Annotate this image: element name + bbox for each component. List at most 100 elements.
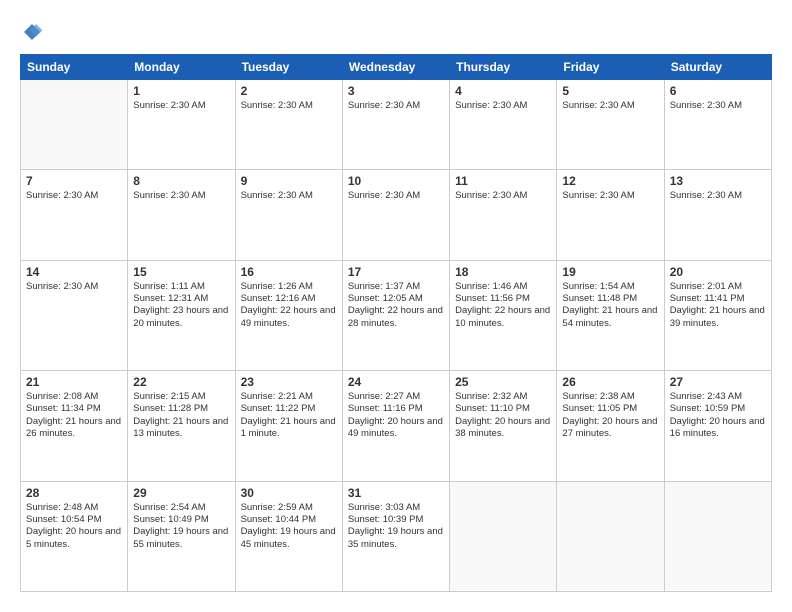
day-number: 15 [133,265,229,279]
day-cell: 10Sunrise: 2:30 AM [342,170,449,260]
day-number: 6 [670,84,766,98]
day-cell: 20 Sunrise: 2:01 AM Sunset: 11:41 PM Dayl… [664,260,771,370]
day-cell: 19Sunrise: 1:54 AM Sunset: 11:48 PM Dayl… [557,260,664,370]
day-cell: 6Sunrise: 2:30 AM [664,80,771,170]
day-cell: 3 Sunrise: 2:30 AM [342,80,449,170]
day-number: 29 [133,486,229,500]
day-cell: 26Sunrise: 2:38 AM Sunset: 11:05 PM Dayl… [557,371,664,481]
day-info: Sunrise: 2:48 AM Sunset: 10:54 PM Daylig… [26,502,122,551]
day-number: 9 [241,174,337,188]
day-cell: 28 Sunrise: 2:48 AM Sunset: 10:54 PM Dayl… [21,481,128,591]
week-row-5: 28 Sunrise: 2:48 AM Sunset: 10:54 PM Dayl… [21,481,772,591]
day-info: Sunrise: 2:08 AM Sunset: 11:34 PM Daylig… [26,391,122,440]
day-info: Sunrise: 3:03 AM Sunset: 10:39 PM Daylig… [348,502,444,551]
day-number: 7 [26,174,122,188]
day-number: 23 [241,375,337,389]
day-info: Sunrise: 2:30 AM [348,100,444,112]
day-number: 25 [455,375,551,389]
day-number: 21 [26,375,122,389]
logo [20,20,48,44]
day-cell: 24Sunrise: 2:27 AM Sunset: 11:16 PM Dayl… [342,371,449,481]
col-header-wednesday: Wednesday [342,55,449,80]
day-cell: 27Sunrise: 2:43 AM Sunset: 10:59 PM Dayl… [664,371,771,481]
col-header-sunday: Sunday [21,55,128,80]
day-info: Sunrise: 2:30 AM [26,190,122,202]
col-header-saturday: Saturday [664,55,771,80]
week-row-1: 1Sunrise: 2:30 AM2Sunrise: 2:30 AM3Sunri… [21,80,772,170]
day-cell: 13 Sunrise: 2:30 AM [664,170,771,260]
day-number: 13 [670,174,766,188]
day-cell: 29 Sunrise: 2:54 AM Sunset: 10:49 PM Dayl… [128,481,235,591]
page: SundayMondayTuesdayWednesdayThursdayFrid… [0,0,792,612]
day-info: Sunrise: 2:15 AM Sunset: 11:28 PM Daylig… [133,391,229,440]
col-header-thursday: Thursday [450,55,557,80]
day-number: 2 [241,84,337,98]
day-cell: 1 Sunrise: 2:30 AM [128,80,235,170]
week-row-3: 14Sunrise: 2:30 AM 15 Sunrise: 1:11 AM Sun… [21,260,772,370]
day-number: 12 [562,174,658,188]
day-cell: 25 Sunrise: 2:32 AM Sunset: 11:10 PM Dayl… [450,371,557,481]
day-info: Sunrise: 2:21 AM Sunset: 11:22 PM Daylig… [241,391,337,440]
day-number: 27 [670,375,766,389]
day-cell: 5Sunrise: 2:30 AM [557,80,664,170]
day-info: Sunrise: 1:11 AM Sunset: 12:31 AM Daylig… [133,281,229,330]
calendar-table: SundayMondayTuesdayWednesdayThursdayFrid… [20,54,772,592]
day-number: 26 [562,375,658,389]
day-cell: 31Sunrise: 3:03 AM Sunset: 10:39 PM Dayl… [342,481,449,591]
day-number: 4 [455,84,551,98]
day-number: 28 [26,486,122,500]
day-number: 14 [26,265,122,279]
day-info: Sunrise: 1:26 AM Sunset: 12:16 AM Daylig… [241,281,337,330]
day-cell: 15 Sunrise: 1:11 AM Sunset: 12:31 AM Dayl… [128,260,235,370]
day-info: Sunrise: 2:30 AM [455,190,551,202]
day-cell: 16 Sunrise: 1:26 AM Sunset: 12:16 AM Dayl… [235,260,342,370]
day-cell: 21 Sunrise: 2:08 AM Sunset: 11:34 PM Dayl… [21,371,128,481]
day-number: 8 [133,174,229,188]
day-cell [21,80,128,170]
day-info: Sunrise: 2:30 AM [241,190,337,202]
day-cell: 30 Sunrise: 2:59 AM Sunset: 10:44 PM Dayl… [235,481,342,591]
day-info: Sunrise: 1:46 AM Sunset: 11:56 PM Daylig… [455,281,551,330]
day-info: Sunrise: 2:32 AM Sunset: 11:10 PM Daylig… [455,391,551,440]
day-cell: 8 Sunrise: 2:30 AM [128,170,235,260]
col-header-monday: Monday [128,55,235,80]
day-info: Sunrise: 1:54 AM Sunset: 11:48 PM Daylig… [562,281,658,330]
day-cell: 2Sunrise: 2:30 AM [235,80,342,170]
day-info: Sunrise: 2:59 AM Sunset: 10:44 PM Daylig… [241,502,337,551]
day-number: 18 [455,265,551,279]
day-number: 22 [133,375,229,389]
day-cell: 7 Sunrise: 2:30 AM [21,170,128,260]
week-row-4: 21 Sunrise: 2:08 AM Sunset: 11:34 PM Dayl… [21,371,772,481]
day-cell [450,481,557,591]
header [20,20,772,44]
day-cell: 18 Sunrise: 1:46 AM Sunset: 11:56 PM Dayl… [450,260,557,370]
day-info: Sunrise: 1:37 AM Sunset: 12:05 AM Daylig… [348,281,444,330]
day-cell: 17 Sunrise: 1:37 AM Sunset: 12:05 AM Dayl… [342,260,449,370]
col-header-tuesday: Tuesday [235,55,342,80]
day-cell [664,481,771,591]
day-number: 1 [133,84,229,98]
day-info: Sunrise: 2:30 AM [670,190,766,202]
day-number: 20 [670,265,766,279]
logo-icon [20,20,44,44]
day-number: 17 [348,265,444,279]
week-row-2: 7 Sunrise: 2:30 AM 8 Sunrise: 2:30 AM 9 Sunri… [21,170,772,260]
day-cell [557,481,664,591]
day-cell: 12Sunrise: 2:30 AM [557,170,664,260]
day-info: Sunrise: 2:30 AM [562,100,658,112]
day-cell: 9 Sunrise: 2:30 AM [235,170,342,260]
day-info: Sunrise: 2:30 AM [455,100,551,112]
day-number: 16 [241,265,337,279]
col-header-friday: Friday [557,55,664,80]
day-number: 30 [241,486,337,500]
day-number: 3 [348,84,444,98]
day-info: Sunrise: 2:30 AM [348,190,444,202]
day-info: Sunrise: 2:30 AM [133,190,229,202]
day-cell: 22 Sunrise: 2:15 AM Sunset: 11:28 PM Dayl… [128,371,235,481]
day-info: Sunrise: 2:54 AM Sunset: 10:49 PM Daylig… [133,502,229,551]
day-cell: 14Sunrise: 2:30 AM [21,260,128,370]
day-info: Sunrise: 2:30 AM [133,100,229,112]
day-info: Sunrise: 2:01 AM Sunset: 11:41 PM Daylig… [670,281,766,330]
day-number: 24 [348,375,444,389]
day-cell: 4 Sunrise: 2:30 AM [450,80,557,170]
